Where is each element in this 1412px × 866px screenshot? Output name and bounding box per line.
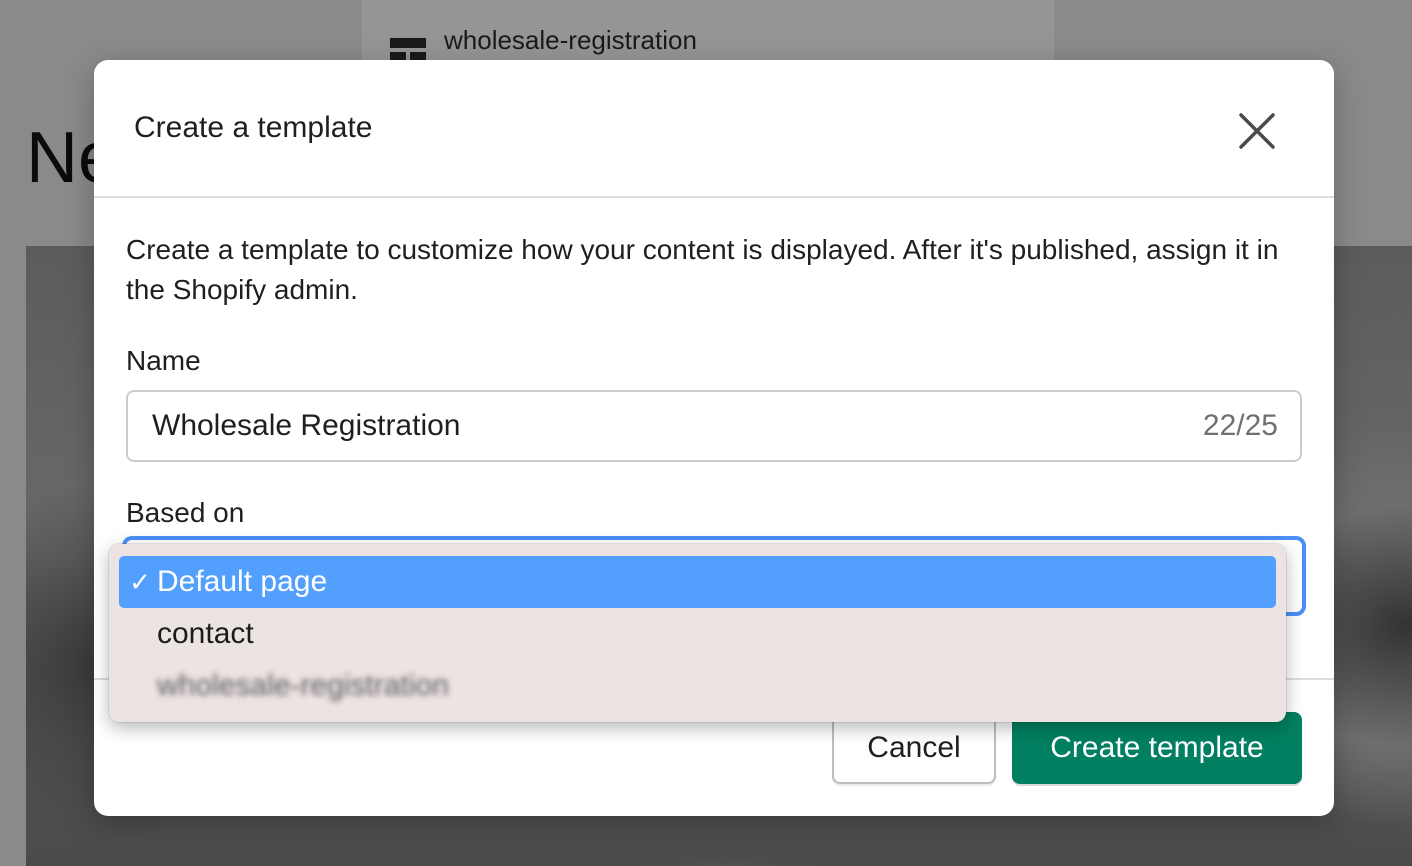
based-on-label: Based on: [126, 497, 245, 528]
modal-body: Create a template to customize how your …: [122, 230, 1306, 616]
modal-footer: Cancel Create template: [832, 712, 1302, 784]
close-icon: [1239, 113, 1275, 149]
dropdown-option-wholesale-registration[interactable]: wholesale-registration: [119, 660, 1276, 712]
modal-title: Create a template: [134, 111, 373, 144]
name-label: Name: [126, 345, 201, 376]
close-button[interactable]: [1232, 106, 1282, 156]
background-template-label: wholesale-registration: [444, 25, 697, 55]
checkmark-icon: ✓: [129, 566, 151, 597]
dropdown-option-label: contact: [157, 617, 254, 650]
create-template-button[interactable]: Create template: [1012, 712, 1302, 784]
name-input[interactable]: Wholesale Registration 22/25: [126, 390, 1302, 462]
character-counter: 22/25: [1202, 409, 1278, 442]
cancel-button[interactable]: Cancel: [832, 712, 996, 784]
modal-description: Create a template to customize how your …: [126, 234, 1279, 305]
based-on-dropdown-menu: ✓ Default page contact wholesale-registr…: [109, 544, 1286, 722]
background-template-item: wholesale-registration: [390, 24, 697, 60]
dropdown-option-label: Default page: [157, 565, 328, 598]
name-input-value: Wholesale Registration: [152, 409, 461, 442]
dropdown-option-label: wholesale-registration: [157, 669, 449, 702]
dropdown-option-contact[interactable]: contact: [119, 608, 1276, 660]
modal-header: Create a template: [94, 60, 1334, 198]
dropdown-option-default-page[interactable]: ✓ Default page: [119, 556, 1276, 608]
